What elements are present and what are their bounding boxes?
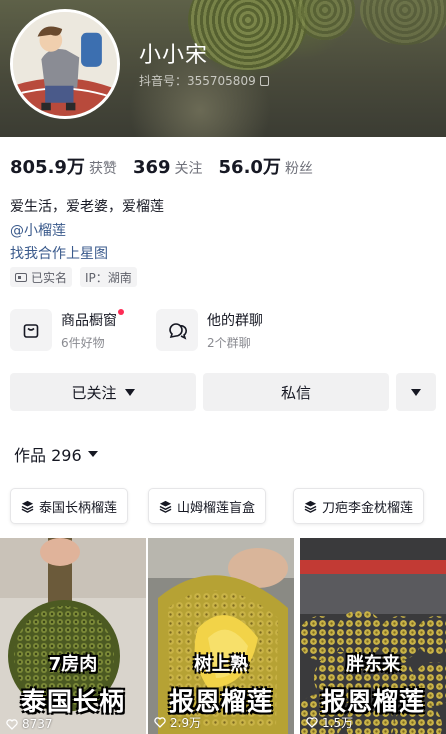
video-likes-count: 2.9万 [170, 716, 202, 730]
collection-chip[interactable]: 泰国长柄榴莲 [10, 488, 129, 524]
bio-text: 爱生活，爱老婆，爱榴莲 [10, 199, 164, 215]
video-likes: 8737 [6, 717, 53, 731]
profile-stats: 805.9万 获赞 369 关注 56.0万 粉丝 [10, 153, 329, 179]
more-dropdown-button[interactable] [396, 373, 436, 411]
message-label: 私信 [280, 383, 311, 402]
douyin-id-text: 抖音号：355705809 [139, 74, 256, 88]
collection-label: 刀疤李金枕榴莲 [322, 500, 414, 516]
works-tab[interactable]: 作品 296 [14, 442, 98, 466]
video-likes-count: 1.5万 [322, 716, 354, 730]
ip-label: IP：湖南 [85, 270, 132, 285]
group-chat-sub: 2个群聊 [207, 335, 251, 350]
video-likes: 1.5万 [306, 714, 353, 731]
collection-label: 山姆榴莲盲盒 [177, 500, 256, 516]
message-button[interactable]: 私信 [203, 373, 389, 411]
shop-window-sub: 6件好物 [61, 335, 105, 350]
video-caption-line2: 报恩榴莲 [320, 687, 425, 716]
video-thumbnail[interactable]: 7房肉 泰国长柄 8737 [0, 538, 146, 734]
verified-label: 已实名 [31, 270, 68, 285]
video-caption-line1: 胖东来 [346, 654, 400, 675]
copy-icon[interactable] [259, 75, 269, 86]
stat-following[interactable]: 369 关注 [133, 157, 203, 178]
shopping-bag-icon [10, 309, 52, 351]
heart-icon [154, 717, 166, 728]
stack-icon [159, 500, 172, 513]
group-chat-entry[interactable]: 他的群聊 2个群聊 [156, 309, 263, 351]
profile-banner: 小小宋 抖音号：355705809 [0, 0, 446, 137]
stat-likes-number: 805.9万 [10, 157, 85, 178]
video-likes: 2.9万 [154, 714, 201, 731]
shop-window-entry[interactable]: 商品橱窗 6件好物 [10, 308, 124, 351]
works-label: 作品 296 [14, 446, 82, 465]
collection-chip[interactable]: 山姆榴莲盲盒 [148, 488, 267, 524]
heart-icon [306, 717, 318, 728]
stack-icon [304, 500, 317, 513]
shop-window-title: 商品橱窗 [61, 308, 124, 330]
mention-link[interactable]: @小榴莲 [10, 220, 66, 240]
stat-followers-number: 56.0万 [218, 157, 281, 178]
video-caption-line2: 报恩榴莲 [168, 687, 273, 716]
notification-dot [118, 308, 124, 315]
stack-icon [21, 500, 34, 513]
chevron-down-icon [124, 388, 135, 396]
video-thumbnail[interactable]: 胖东来 报恩榴莲 1.5万 [300, 538, 446, 734]
followed-button[interactable]: 已关注 [10, 373, 196, 411]
id-card-icon [15, 272, 27, 282]
video-caption-line1: 7房肉 [48, 654, 98, 675]
nickname: 小小宋 [139, 43, 209, 68]
stat-likes[interactable]: 805.9万 获赞 [10, 153, 117, 179]
stat-followers[interactable]: 56.0万 粉丝 [219, 153, 313, 179]
followed-label: 已关注 [71, 383, 117, 402]
group-chat-title: 他的群聊 [207, 312, 263, 329]
ip-tag: IP：湖南 [80, 267, 137, 287]
avatar[interactable] [10, 9, 120, 119]
collab-link[interactable]: 找我合作上星图 [10, 243, 108, 263]
heart-icon [6, 718, 18, 730]
chevron-down-icon [87, 451, 98, 457]
stat-following-label: 关注 [174, 161, 203, 177]
profile-tags: 已实名 IP：湖南 [10, 267, 137, 287]
video-caption-line1: 树上熟 [194, 654, 248, 675]
stat-followers-label: 粉丝 [284, 161, 313, 177]
group-chat-icon [156, 309, 198, 351]
stat-likes-label: 获赞 [88, 161, 117, 177]
stat-following-number: 369 [132, 157, 171, 178]
douyin-id[interactable]: 抖音号：355705809 [139, 72, 269, 89]
video-likes-count: 8737 [22, 717, 53, 731]
collection-chip[interactable]: 刀疤李金枕榴莲 [293, 488, 425, 524]
verified-tag: 已实名 [10, 267, 73, 287]
collection-label: 泰国长柄榴莲 [39, 500, 118, 516]
video-caption-line2: 泰国长柄 [20, 687, 125, 716]
video-thumbnail[interactable]: 树上熟 报恩榴莲 2.9万 [148, 538, 294, 734]
chevron-down-icon [411, 388, 421, 396]
